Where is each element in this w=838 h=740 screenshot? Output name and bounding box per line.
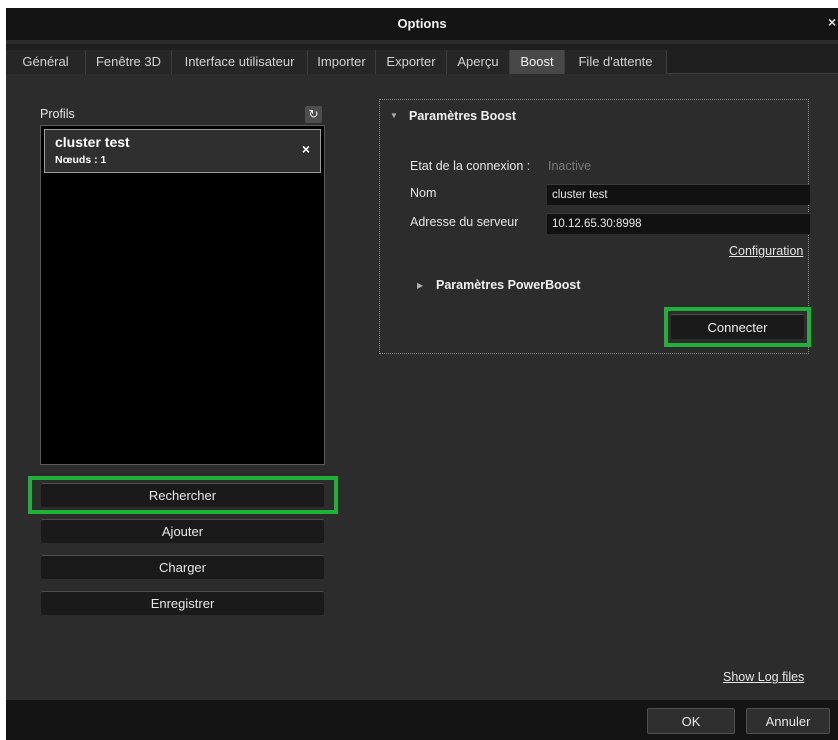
- collapse-triangle-icon[interactable]: ▼: [390, 111, 398, 120]
- profile-name: cluster test: [55, 134, 130, 150]
- boost-tab-content: Profils ↻ cluster test Nœuds : 1 × Reche…: [6, 75, 838, 700]
- title-bar: Options ×: [6, 8, 838, 40]
- show-log-files-link[interactable]: Show Log files: [723, 670, 804, 684]
- tab-file-d-attente[interactable]: File d'attente: [565, 50, 667, 74]
- name-input[interactable]: cluster test: [547, 184, 810, 205]
- dialog-footer: OK Annuler: [6, 700, 838, 740]
- server-address-label: Adresse du serveur: [410, 215, 519, 229]
- tab-bar: Général Fenêtre 3D Interface utilisateur…: [6, 44, 838, 74]
- connection-state-value: Inactive: [548, 159, 592, 173]
- load-button[interactable]: Charger: [41, 555, 324, 579]
- connection-state-label: Etat de la connexion :: [410, 159, 531, 173]
- tab-boost[interactable]: Boost: [510, 50, 565, 74]
- powerboost-section-title[interactable]: Paramètres PowerBoost: [436, 278, 581, 292]
- configuration-link[interactable]: Configuration: [729, 244, 803, 258]
- add-button[interactable]: Ajouter: [41, 519, 324, 543]
- save-button[interactable]: Enregistrer: [41, 591, 324, 615]
- search-button[interactable]: Rechercher: [41, 483, 324, 507]
- profile-list[interactable]: cluster test Nœuds : 1 ×: [40, 125, 325, 465]
- server-address-input[interactable]: 10.12.65.30:8998: [547, 213, 810, 234]
- refresh-icon[interactable]: ↻: [305, 106, 322, 123]
- tab-apercu[interactable]: Aperçu: [447, 50, 510, 74]
- close-icon[interactable]: ×: [828, 14, 838, 30]
- tab-fenetre-3d[interactable]: Fenêtre 3D: [86, 50, 172, 74]
- tab-exporter[interactable]: Exporter: [376, 50, 447, 74]
- remove-icon[interactable]: ×: [302, 141, 310, 157]
- tab-general[interactable]: Général: [6, 50, 86, 74]
- name-label: Nom: [410, 186, 437, 200]
- tab-interface-utilisateur[interactable]: Interface utilisateur: [172, 50, 308, 74]
- ok-button[interactable]: OK: [647, 708, 735, 734]
- boost-section-title[interactable]: Paramètres Boost: [409, 109, 516, 123]
- tab-importer[interactable]: Importer: [308, 50, 376, 74]
- expand-triangle-icon[interactable]: ▶: [417, 281, 423, 290]
- window-title: Options: [397, 16, 447, 31]
- options-window: Options × Général Fenêtre 3D Interface u…: [6, 8, 838, 740]
- connect-button[interactable]: Connecter: [671, 314, 804, 339]
- profiles-label: Profils: [40, 107, 75, 121]
- boost-settings-panel: ▼ Paramètres Boost Etat de la connexion …: [379, 99, 811, 354]
- cancel-button[interactable]: Annuler: [746, 708, 830, 734]
- profile-node-count: Nœuds : 1: [55, 154, 107, 166]
- list-item[interactable]: cluster test Nœuds : 1 ×: [44, 129, 321, 173]
